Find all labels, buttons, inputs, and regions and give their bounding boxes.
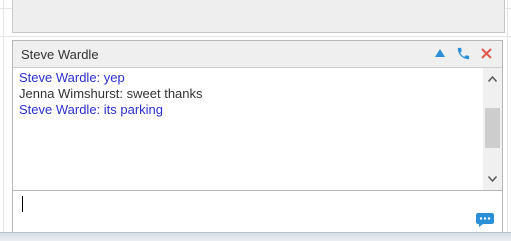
text-caret bbox=[22, 196, 23, 212]
background-gridline bbox=[0, 36, 511, 37]
close-icon[interactable] bbox=[477, 44, 495, 62]
scrollbar-thumb[interactable] bbox=[485, 108, 500, 148]
top-panel bbox=[12, 0, 505, 33]
chevron-up-icon[interactable] bbox=[483, 70, 502, 88]
chevron-down-icon[interactable] bbox=[483, 170, 502, 188]
taskbar-edge bbox=[0, 232, 511, 241]
chat-title: Steve Wardle bbox=[21, 47, 99, 62]
chat-header: Steve Wardle bbox=[13, 41, 502, 68]
triangle-up-icon[interactable] bbox=[431, 44, 449, 62]
message-item: Jenna Wimshurst: sweet thanks bbox=[19, 86, 203, 101]
message-list: Steve Wardle: yep Jenna Wimshurst: sweet… bbox=[13, 68, 483, 190]
screen: Steve Wardle Steve Wardle: yep Jenna Wim… bbox=[0, 0, 511, 241]
phone-icon[interactable] bbox=[454, 44, 472, 62]
message-input[interactable] bbox=[19, 194, 469, 216]
chat-window: Steve Wardle Steve Wardle: yep Jenna Wim… bbox=[12, 40, 503, 232]
message-compose-area bbox=[13, 190, 502, 232]
chat-bubble-icon[interactable] bbox=[475, 212, 495, 228]
message-item: Steve Wardle: its parking bbox=[19, 102, 164, 117]
message-item: Steve Wardle: yep bbox=[19, 70, 125, 85]
message-scrollbar[interactable] bbox=[483, 68, 502, 190]
